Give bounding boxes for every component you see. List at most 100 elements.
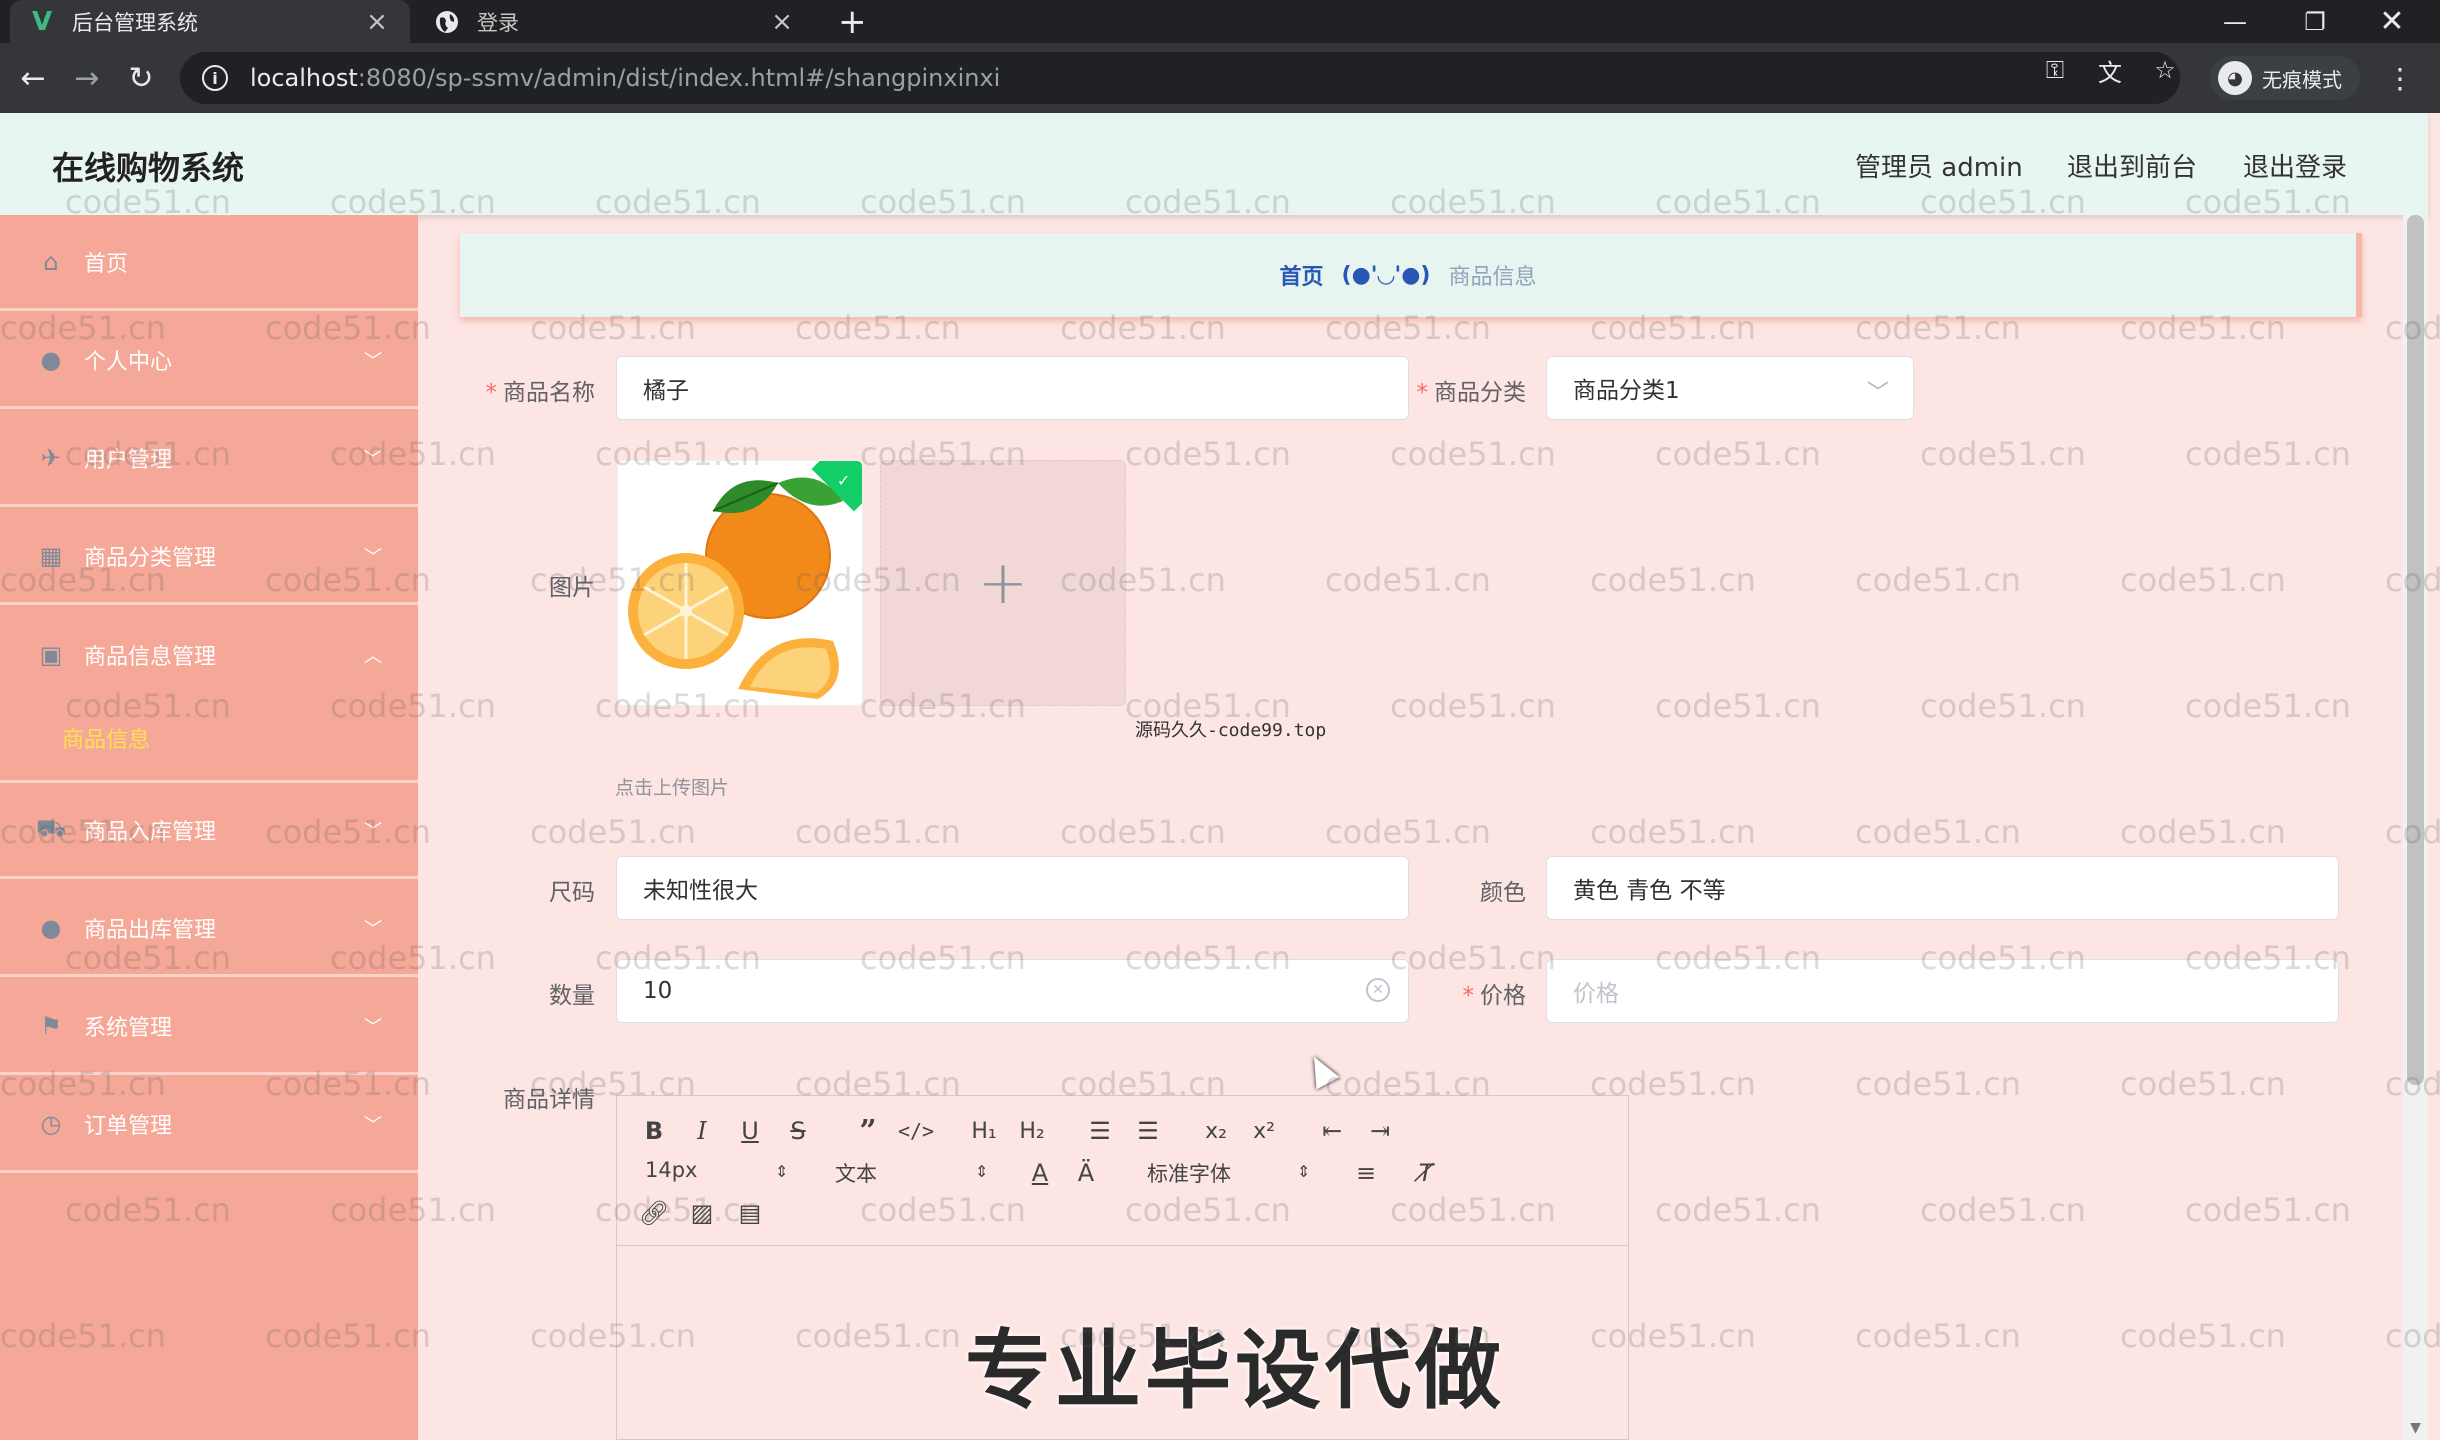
clear-format-icon[interactable]: T̸ [1409, 1156, 1443, 1190]
sidebar-item-profile[interactable]: ● 个人中心 ﹀ [0, 313, 418, 409]
product-name-input[interactable]: 橘子 [616, 356, 1409, 420]
chevron-down-icon: ﹀ [364, 350, 382, 372]
price-input[interactable]: 价格 [1546, 959, 2339, 1023]
upload-add-button[interactable]: + [880, 460, 1126, 706]
plus-icon: + [977, 548, 1029, 618]
ordered-list-icon[interactable]: ☰ [1083, 1114, 1117, 1148]
product-category-select[interactable]: 商品分类1 ﹀ [1546, 356, 1914, 420]
watermark: code51.cn [2120, 1317, 2286, 1355]
watermark: code51.cn [1655, 687, 1821, 725]
breadcrumb-current: 商品信息 [1448, 265, 1537, 290]
restore-icon[interactable]: ❐ [2275, 0, 2355, 43]
italic-icon[interactable]: I [685, 1114, 719, 1148]
translate-icon[interactable]: 文 [2095, 55, 2125, 87]
link-icon[interactable]: 🔗︎ [637, 1196, 671, 1230]
logout-link[interactable]: 退出登录 [2243, 147, 2347, 184]
size-input[interactable]: 未知性很大 [616, 856, 1409, 920]
outdent-icon[interactable]: ⇤ [1315, 1114, 1349, 1148]
tab-login[interactable]: 登录 × [415, 0, 815, 43]
bullet-list-icon[interactable]: ☰ [1131, 1114, 1165, 1148]
blockquote-icon[interactable]: ” [851, 1114, 885, 1149]
image-icon[interactable]: ▨ [685, 1196, 719, 1230]
sidebar-item-orders[interactable]: ◷ 订单管理 ﹀ [0, 1077, 418, 1173]
info-icon[interactable]: i [202, 65, 228, 91]
sidebar-item-stock-in[interactable]: ⛟ 商品入库管理 ﹀ [0, 783, 418, 879]
key-icon[interactable]: ⚿ [2040, 55, 2070, 85]
sidebar-item-category[interactable]: ▦ 商品分类管理 ﹀ [0, 509, 418, 605]
pin-icon: ✈ [40, 443, 62, 472]
quantity-input[interactable]: 10 ✕ [616, 959, 1409, 1023]
sidebar-item-stock-out[interactable]: ● 商品出库管理 ﹀ [0, 881, 418, 977]
clock-icon: ◷ [40, 1109, 62, 1138]
sidebar: ⌂ 首页 ● 个人中心 ﹀ ✈ 用户管理 ﹀ ▦ 商品分类管理 ﹀ ▣ 商品信息… [0, 215, 418, 1440]
indent-icon[interactable]: ⇥ [1363, 1114, 1397, 1148]
exit-to-front-link[interactable]: 退出到前台 [2067, 147, 2197, 184]
color-label: 颜色 [1480, 880, 1526, 906]
superscript-icon[interactable]: x² [1247, 1114, 1281, 1148]
watermark: code51.cn [2185, 1191, 2351, 1229]
forward-icon[interactable]: → [66, 57, 108, 99]
close-icon[interactable]: × [362, 7, 392, 37]
sidebar-item-users[interactable]: ✈ 用户管理 ﹀ [0, 411, 418, 507]
color-input[interactable]: 黄色 青色 不等 [1546, 856, 2339, 920]
font-family-select[interactable]: 标准字体 ⇕ [1147, 1158, 1310, 1188]
minimize-icon[interactable]: — [2195, 0, 2275, 43]
watermark: code51.cn [1855, 1065, 2021, 1103]
uploaded-image[interactable]: ✓ [617, 460, 863, 706]
window-close-icon[interactable]: ✕ [2352, 0, 2432, 43]
watermark: code51.cn [1590, 813, 1756, 851]
menu-icon[interactable]: ⋮ [2380, 57, 2420, 99]
breadcrumb-home[interactable]: 首页 [1280, 259, 1324, 291]
watermark: code51.cn [1855, 561, 2021, 599]
clear-icon[interactable]: ✕ [1366, 978, 1390, 1002]
watermark: code51.cn [2120, 1065, 2286, 1103]
browser-toolbar: ← → ↻ i localhost:8080/sp-ssmv/admin/dis… [0, 43, 2440, 113]
updown-icon: ⇕ [975, 1162, 989, 1181]
reload-icon[interactable]: ↻ [120, 57, 162, 99]
watermark: code51.cn [1920, 1191, 2086, 1229]
watermark: code51.cn [1855, 1317, 2021, 1355]
check-icon: ✓ [836, 470, 851, 490]
new-tab-icon[interactable]: + [838, 0, 867, 43]
incognito-badge[interactable]: ◕ 无痕模式 [2210, 56, 2360, 100]
background-color-icon[interactable]: Ä [1069, 1156, 1103, 1190]
star-icon[interactable]: ☆ [2150, 55, 2180, 85]
text-color-icon[interactable]: A [1023, 1156, 1057, 1190]
align-icon[interactable]: ≡ [1349, 1156, 1383, 1190]
code-block-icon[interactable]: </> [898, 1114, 934, 1148]
sidebar-item-product-info[interactable]: ▣ 商品信息管理 ︿ [0, 607, 418, 703]
sidebar-subitem-product-info[interactable]: 商品信息 [62, 722, 150, 754]
watermark: code51.cn [2185, 687, 2351, 725]
editor-toolbar: B I U S ” </> H₁ H₂ ☰ ☰ x₂ x² ⇤ ⇥ 14px ⇕… [617, 1096, 1628, 1246]
video-icon[interactable]: ▤ [733, 1196, 767, 1230]
scrollbar[interactable]: ▼ [2403, 215, 2428, 1440]
admin-label: 管理员 admin [1855, 153, 2023, 183]
image-watermark: 源码久久-code99.top [1135, 720, 1327, 741]
scroll-thumb[interactable] [2407, 215, 2424, 1085]
heading1-icon[interactable]: H₁ [967, 1114, 1001, 1148]
clipboard-icon: ▣ [39, 641, 63, 669]
watermark: code51.cn [795, 813, 961, 851]
orange-image [618, 461, 862, 705]
strikethrough-icon[interactable]: S [781, 1114, 815, 1148]
chevron-down-icon: ﹀ [1866, 381, 1889, 406]
scroll-down-icon[interactable]: ▼ [2403, 1420, 2428, 1436]
tab-admin[interactable]: V 后台管理系统 × [10, 0, 410, 43]
address-bar[interactable]: i localhost:8080/sp-ssmv/admin/dist/inde… [180, 52, 2180, 104]
heading2-icon[interactable]: H₂ [1015, 1114, 1049, 1148]
sidebar-item-system[interactable]: ⚑ 系统管理 ﹀ [0, 979, 418, 1075]
watermark: code51.cn [1920, 435, 2086, 473]
close-icon[interactable]: × [767, 7, 797, 37]
font-size-select[interactable]: 14px ⇕ [645, 1158, 788, 1188]
sidebar-item-home[interactable]: ⌂ 首页 [0, 215, 418, 311]
watermark: code51.cn [2185, 435, 2351, 473]
bold-icon[interactable]: B [637, 1114, 671, 1148]
back-icon[interactable]: ← [12, 57, 54, 99]
underline-icon[interactable]: U [733, 1114, 767, 1148]
watermark: code51.cn [1590, 561, 1756, 599]
subscript-icon[interactable]: x₂ [1199, 1114, 1233, 1148]
user-icon: ● [40, 345, 62, 374]
url-text: localhost:8080/sp-ssmv/admin/dist/index.… [250, 64, 1001, 92]
header-select[interactable]: 文本 ⇕ [835, 1158, 989, 1188]
detail-label: 商品详情 [503, 1087, 595, 1113]
